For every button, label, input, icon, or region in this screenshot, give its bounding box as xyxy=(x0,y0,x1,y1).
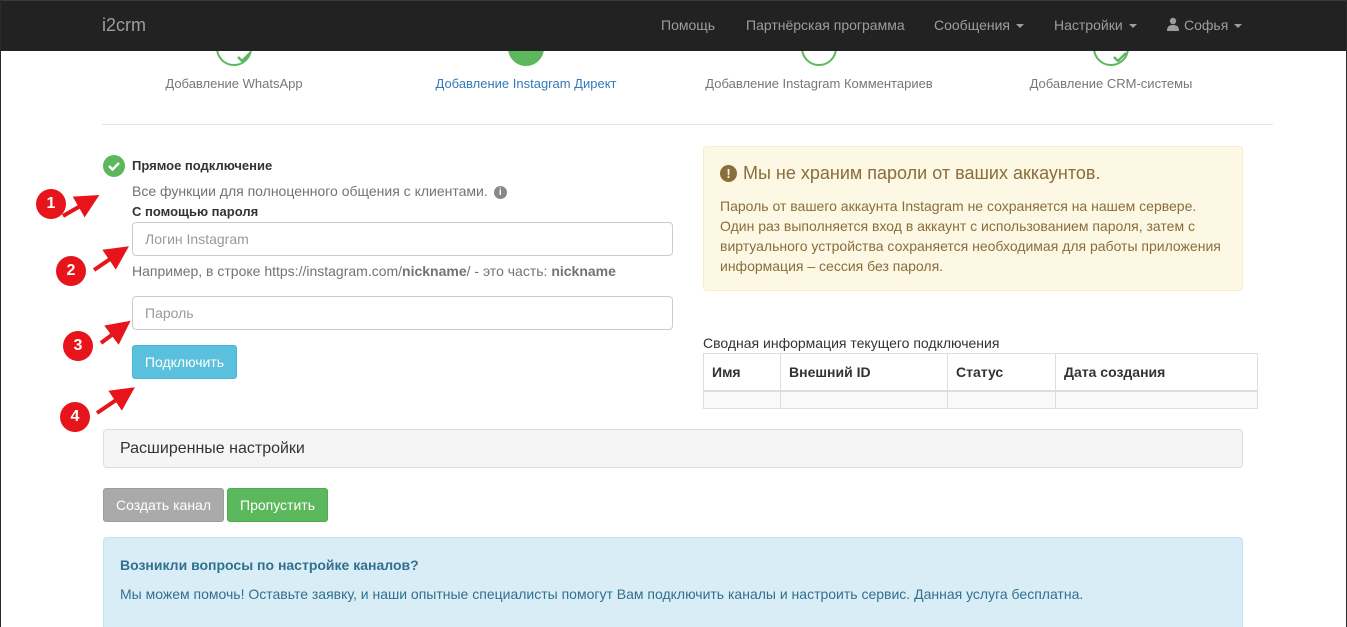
nav-settings-dropdown[interactable]: Настройки xyxy=(1054,17,1137,33)
nav-messages-dropdown[interactable]: Сообщения xyxy=(934,17,1024,33)
info-icon[interactable]: i xyxy=(493,186,507,199)
arrow-1 xyxy=(62,195,100,218)
table-cell xyxy=(1055,390,1258,409)
connect-button[interactable]: Подключить xyxy=(132,345,237,379)
nav-user-label: Софья xyxy=(1184,17,1229,33)
nav-messages-label: Сообщения xyxy=(934,17,1010,33)
summary-caption: Сводная информация текущего подключения xyxy=(703,335,1000,351)
login-help-nickname-2: nickname xyxy=(551,263,616,279)
caret-down-icon xyxy=(1234,24,1243,29)
login-help-nickname: nickname xyxy=(402,263,467,279)
help-alert-title: Возникли вопросы по настройке каналов? xyxy=(120,557,419,573)
direct-connection-help-text: Все функции для полноценного общения с к… xyxy=(132,183,488,199)
arrow-2 xyxy=(92,246,129,272)
nav-partner-program[interactable]: Партнёрская программа xyxy=(746,17,905,33)
password-warning: ! Мы не храним пароли от ваших аккаунтов.… xyxy=(703,146,1243,291)
skip-button[interactable]: Пропустить xyxy=(227,488,328,522)
callout-arrows xyxy=(62,195,135,415)
exclamation-circle-icon: ! xyxy=(720,165,737,182)
summary-table: Имя Внешний ID Статус Дата создания xyxy=(703,353,1258,409)
page: i2crm Помощь Партнёрская программа Сообщ… xyxy=(0,0,1347,627)
user-icon xyxy=(1167,17,1179,31)
step-2-label[interactable]: Добавление Instagram Директ xyxy=(436,76,617,91)
column-header-name: Имя xyxy=(703,353,781,392)
advanced-settings-panel[interactable]: Расширенные настройки xyxy=(103,429,1243,468)
direct-connection-help: Все функции для полноценного общения с к… xyxy=(132,183,507,199)
login-help-middle: / - это часть: xyxy=(466,263,552,279)
column-header-status: Статус xyxy=(947,353,1056,392)
nav-settings-label: Настройки xyxy=(1054,17,1123,33)
check-icon xyxy=(1113,52,1127,62)
password-method-title: С помощью пароля xyxy=(132,204,259,219)
table-cell xyxy=(780,390,948,409)
nav-help[interactable]: Помощь xyxy=(661,17,715,33)
warning-title-text: Мы не храним пароли от ваших аккаунтов. xyxy=(743,163,1101,183)
direct-connection-title: Прямое подключение xyxy=(132,158,273,173)
table-cell xyxy=(947,390,1056,409)
warning-text: Пароль от вашего аккаунта Instagram не с… xyxy=(720,198,1221,274)
password-input[interactable] xyxy=(132,296,673,330)
login-help-prefix: Например, в строке https://instagram.com… xyxy=(132,263,403,279)
step-3-label[interactable]: Добавление Instagram Комментариев xyxy=(705,76,932,91)
column-header-created: Дата создания xyxy=(1055,353,1258,392)
help-alert: Возникли вопросы по настройке каналов? М… xyxy=(103,537,1243,627)
login-help-text: Например, в строке https://instagram.com… xyxy=(132,263,616,279)
instagram-login-input[interactable] xyxy=(132,222,673,256)
check-icon xyxy=(237,52,251,62)
step-4-label[interactable]: Добавление CRM-системы xyxy=(1030,76,1193,91)
warning-title: ! Мы не храним пароли от ваших аккаунтов. xyxy=(720,163,1100,184)
navbar-content: i2crm Помощь Партнёрская программа Сообщ… xyxy=(1,0,1346,51)
table-header-row: Имя Внешний ID Статус Дата создания xyxy=(703,353,1258,392)
create-channel-button[interactable]: Создать канал xyxy=(103,488,224,522)
caret-down-icon xyxy=(1128,24,1137,29)
advanced-settings-title[interactable]: Расширенные настройки xyxy=(120,440,305,458)
column-header-external-id: Внешний ID xyxy=(780,353,948,392)
arrow-4 xyxy=(95,387,135,415)
arrow-3 xyxy=(99,320,131,345)
nav-user-dropdown[interactable]: Софья xyxy=(1166,17,1243,33)
caret-down-icon xyxy=(1015,24,1024,29)
help-alert-text: Мы можем помочь! Оставьте заявку, и наши… xyxy=(120,586,1084,602)
step-1-label[interactable]: Добавление WhatsApp xyxy=(165,76,302,91)
divider xyxy=(102,124,1273,125)
table-cell xyxy=(703,390,781,409)
table-row xyxy=(703,390,1258,409)
brand-logo[interactable]: i2crm xyxy=(102,15,146,36)
